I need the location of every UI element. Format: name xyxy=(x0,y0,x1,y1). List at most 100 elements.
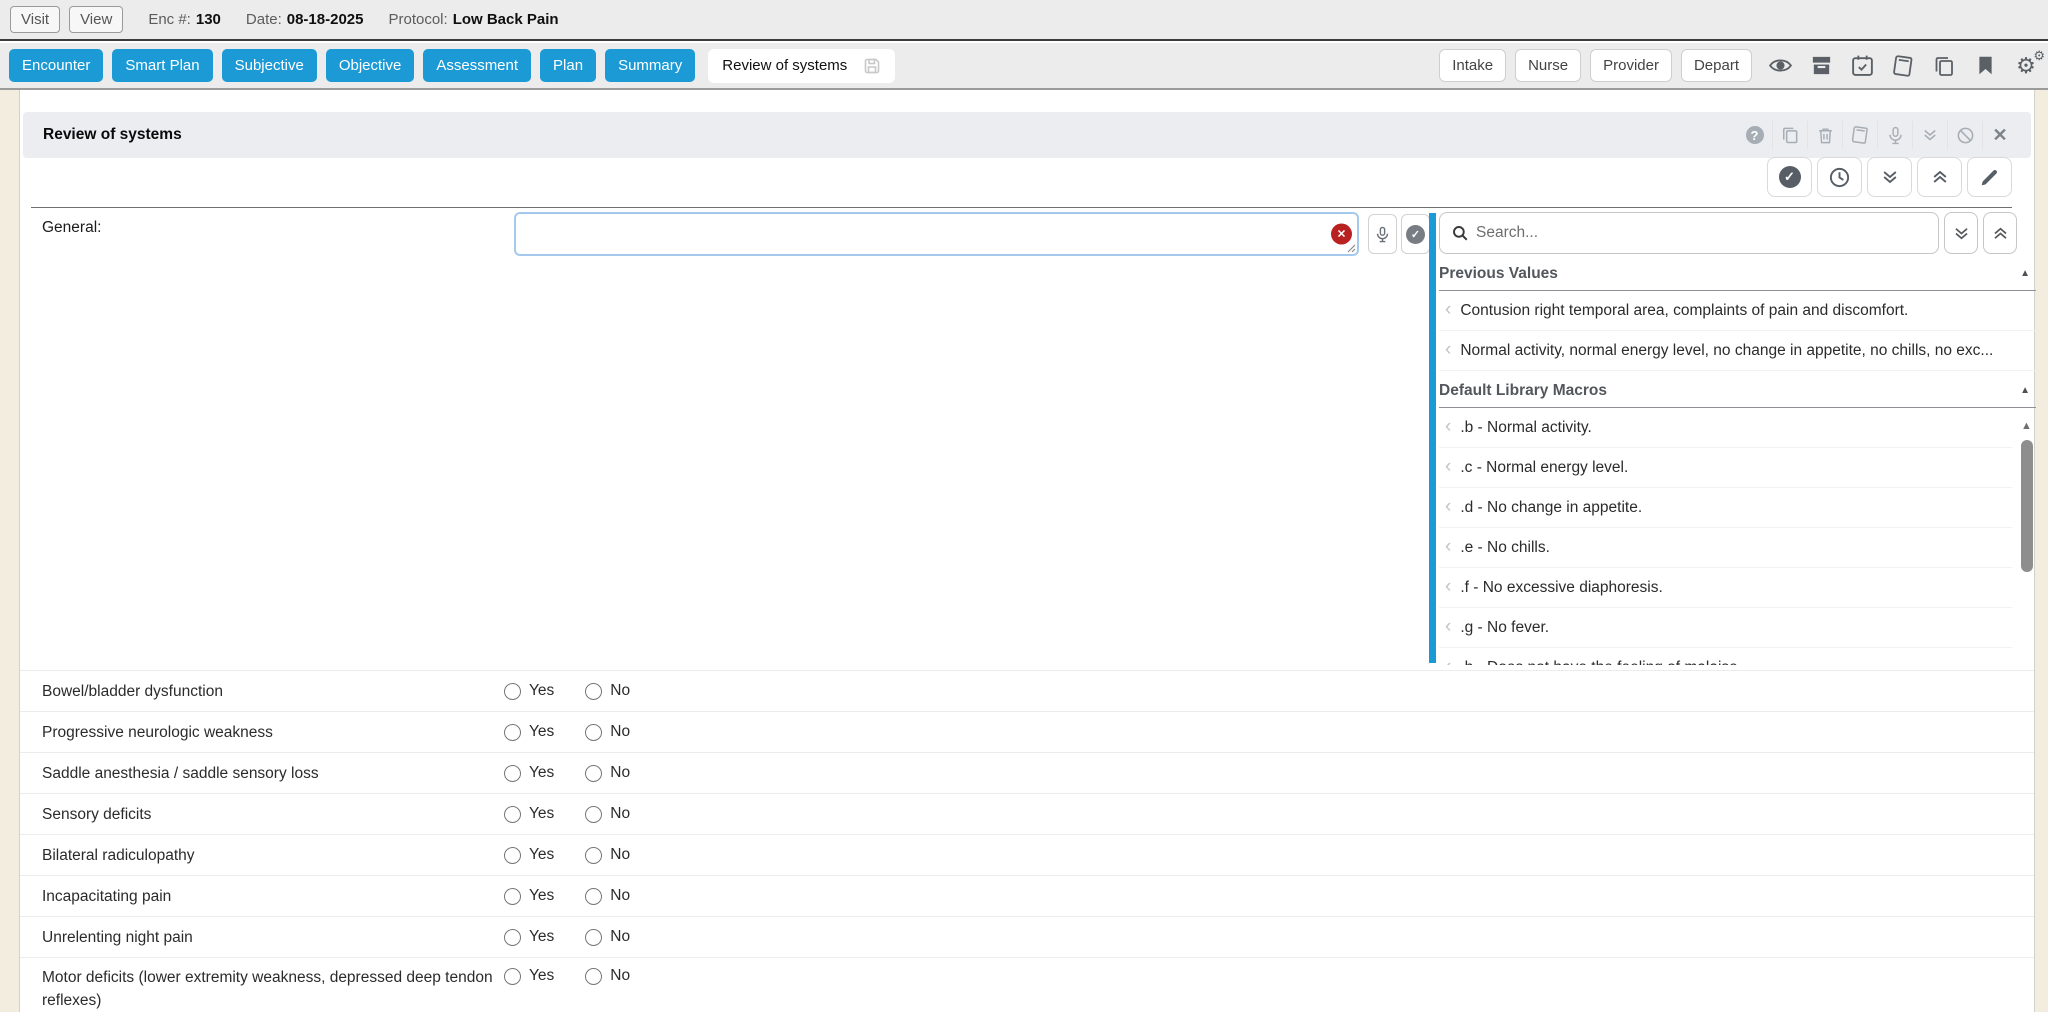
role-button[interactable]: Provider xyxy=(1590,49,1672,82)
nav-button[interactable]: Plan xyxy=(540,49,596,82)
macro-item[interactable]: ‹ .c - Normal energy level. xyxy=(1439,448,2012,488)
no-option[interactable]: No xyxy=(585,682,630,700)
no-radio[interactable] xyxy=(585,968,602,985)
no-option[interactable]: No xyxy=(585,928,630,946)
chevron-double-up-icon[interactable] xyxy=(1917,157,1962,197)
chevron-double-down-icon[interactable] xyxy=(1912,121,1947,149)
view-button[interactable]: View xyxy=(69,6,123,33)
archive-icon[interactable] xyxy=(1808,53,1834,79)
question-label: Incapacitating pain xyxy=(42,877,504,916)
no-radio[interactable] xyxy=(585,806,602,823)
yes-radio[interactable] xyxy=(504,724,521,741)
nav-button[interactable]: Objective xyxy=(326,49,415,82)
role-button[interactable]: Nurse xyxy=(1515,49,1581,82)
resize-grip[interactable] xyxy=(1347,244,1356,253)
no-radio[interactable] xyxy=(585,683,602,700)
no-option[interactable]: No xyxy=(585,723,630,741)
no-option[interactable]: No xyxy=(585,846,630,864)
no-option[interactable]: No xyxy=(585,764,630,782)
eye-icon[interactable] xyxy=(1767,53,1793,79)
yes-option[interactable]: Yes xyxy=(504,846,554,864)
pencil-icon[interactable] xyxy=(1967,157,2012,197)
role-button[interactable]: Depart xyxy=(1681,49,1752,82)
clock-icon[interactable] xyxy=(1817,157,1862,197)
no-radio[interactable] xyxy=(585,929,602,946)
insert-left-icon: ‹ xyxy=(1445,617,1451,636)
general-input[interactable] xyxy=(514,212,1359,256)
yes-option[interactable]: Yes xyxy=(504,967,554,985)
no-radio[interactable] xyxy=(585,847,602,864)
macro-item[interactable]: ‹ .b - Normal activity. xyxy=(1439,408,2012,448)
no-option[interactable]: No xyxy=(585,805,630,823)
macro-item[interactable]: ‹ .g - No fever. xyxy=(1439,608,2012,648)
no-option[interactable]: No xyxy=(585,887,630,905)
tab-review-of-systems[interactable]: Review of systems xyxy=(708,49,895,83)
close-icon[interactable]: ✕ xyxy=(1982,121,2017,149)
scrollbar-thumb[interactable] xyxy=(2021,440,2033,572)
chevron-double-down-icon[interactable] xyxy=(1867,157,1912,197)
main-toolbar: Encounter Smart Plan Subjective ObjectiveAs… xyxy=(0,43,2048,90)
no-option[interactable]: No xyxy=(585,967,630,985)
chevron-double-down-icon[interactable] xyxy=(1944,212,1978,254)
question-label: Unrelenting night pain xyxy=(42,918,504,957)
nav-button-group: Encounter Smart Plan Subjective ObjectiveAs… xyxy=(9,49,695,82)
trash-icon[interactable] xyxy=(1807,121,1842,149)
collapse-icon[interactable]: ▲ xyxy=(2020,268,2030,279)
book-icon[interactable] xyxy=(1890,53,1916,79)
book-icon[interactable] xyxy=(1842,121,1877,149)
no-radio[interactable] xyxy=(585,765,602,782)
nav-button[interactable]: Summary xyxy=(605,49,695,82)
nav-button[interactable]: Encounter xyxy=(9,49,103,82)
macro-item[interactable]: ‹ .d - No change in appetite. xyxy=(1439,488,2012,528)
yes-radio[interactable] xyxy=(504,847,521,864)
yes-option[interactable]: Yes xyxy=(504,764,554,782)
microphone-button[interactable] xyxy=(1368,214,1397,254)
ehr-screen: Visit View Enc #:130 Date:08-18-2025 Pro… xyxy=(0,0,2048,1012)
insert-left-icon: ‹ xyxy=(1445,657,1451,665)
microphone-icon[interactable] xyxy=(1877,121,1912,149)
yes-radio[interactable] xyxy=(504,968,521,985)
yes-option[interactable]: Yes xyxy=(504,805,554,823)
check-circle-icon[interactable]: ✓ xyxy=(1767,157,1812,197)
yes-option[interactable]: Yes xyxy=(504,682,554,700)
nav-button[interactable]: Assessment xyxy=(423,49,531,82)
role-button[interactable]: Intake xyxy=(1439,49,1506,82)
help-icon[interactable]: ? xyxy=(1737,121,1772,149)
no-radio[interactable] xyxy=(585,724,602,741)
nav-button[interactable]: Smart Plan xyxy=(112,49,212,82)
visit-button[interactable]: Visit xyxy=(10,6,60,33)
yes-radio[interactable] xyxy=(504,806,521,823)
yes-radio[interactable] xyxy=(504,765,521,782)
scroll-up-icon[interactable]: ▲ xyxy=(2021,420,2032,432)
macro-item[interactable]: ‹ .h - Does not have the feeling of mala… xyxy=(1439,648,2012,665)
no-radio[interactable] xyxy=(585,888,602,905)
yes-option[interactable]: Yes xyxy=(504,928,554,946)
yes-radio[interactable] xyxy=(504,929,521,946)
insert-left-icon: ‹ xyxy=(1445,577,1451,596)
yes-radio[interactable] xyxy=(504,683,521,700)
bookmark-icon[interactable] xyxy=(1972,53,1998,79)
chevron-double-up-icon[interactable] xyxy=(1983,212,2017,254)
copy-icon[interactable] xyxy=(1772,121,1807,149)
yes-option[interactable]: Yes xyxy=(504,723,554,741)
copy-icon[interactable] xyxy=(1931,53,1957,79)
confirm-button[interactable]: ✓ xyxy=(1401,214,1430,254)
macro-item[interactable]: ‹ .f - No excessive diaphoresis. xyxy=(1439,568,2012,608)
general-label: General: xyxy=(42,219,101,237)
insert-left-icon: ‹ xyxy=(1445,457,1451,476)
yes-option[interactable]: Yes xyxy=(504,887,554,905)
previous-value-item[interactable]: ‹ Normal activity, normal energy level, … xyxy=(1439,331,2036,371)
ban-icon[interactable] xyxy=(1947,121,1982,149)
macro-item[interactable]: ‹ .e - No chills. xyxy=(1439,528,2012,568)
section-action-row: ✓ xyxy=(1767,157,2012,197)
calendar-check-icon[interactable] xyxy=(1849,53,1875,79)
nav-button[interactable]: Subjective xyxy=(222,49,317,82)
gears-icon[interactable]: ⚙⚙ xyxy=(2013,53,2039,79)
search-input[interactable] xyxy=(1476,224,1927,242)
yes-radio[interactable] xyxy=(504,888,521,905)
collapse-icon[interactable]: ▲ xyxy=(2020,385,2030,396)
clear-field-button[interactable]: ✕ xyxy=(1331,224,1352,245)
search-row xyxy=(1439,212,2036,254)
scroll-down-icon[interactable]: ▼ xyxy=(2021,664,2032,665)
previous-value-item[interactable]: ‹ Contusion right temporal area, complai… xyxy=(1439,291,2036,331)
